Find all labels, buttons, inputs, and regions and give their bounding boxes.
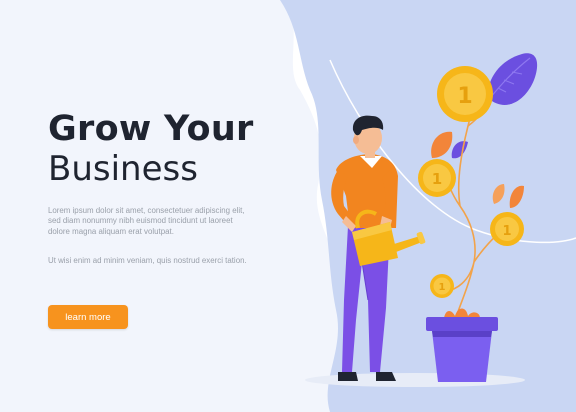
coin-icon: 1 — [430, 274, 454, 298]
flower-pot — [426, 317, 498, 382]
growth-illustration: 1 1 1 1 — [331, 53, 538, 382]
soil-sprout — [444, 308, 480, 318]
orange-leaf — [431, 131, 453, 158]
purple-leaf-large — [487, 53, 538, 105]
coin-icon: 1 — [490, 212, 524, 246]
coin-icon: 1 — [437, 66, 493, 122]
orange-leaf-2 — [509, 185, 524, 208]
purple-leaf-small — [451, 141, 468, 159]
svg-text:1: 1 — [439, 282, 446, 293]
coin-icon: 1 — [418, 159, 456, 197]
svg-text:1: 1 — [502, 224, 511, 239]
orange-leaf-3 — [492, 184, 505, 204]
svg-text:1: 1 — [432, 170, 442, 188]
svg-text:1: 1 — [457, 84, 472, 109]
landing-page: Grow Your Business Lorem ipsum dolor sit… — [0, 0, 576, 412]
